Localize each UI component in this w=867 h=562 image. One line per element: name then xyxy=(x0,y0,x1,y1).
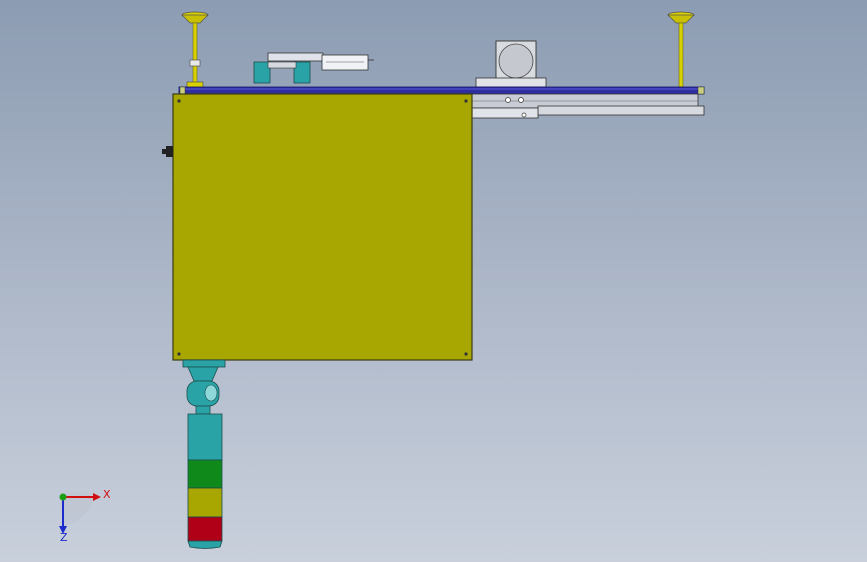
signal-tower[interactable] xyxy=(182,359,226,549)
right-post[interactable] xyxy=(667,11,695,88)
triad-z-label: Z xyxy=(60,531,68,544)
slide-rail[interactable] xyxy=(471,93,705,119)
cad-viewport[interactable]: X Z xyxy=(0,0,867,562)
model-canvas[interactable]: X Z xyxy=(0,0,867,562)
tower-yellow-light xyxy=(187,487,223,518)
top-rail[interactable] xyxy=(178,86,705,95)
motor[interactable] xyxy=(475,40,547,88)
left-post[interactable] xyxy=(181,11,209,89)
side-connector[interactable] xyxy=(162,146,173,157)
triad-axis-icon: X Z xyxy=(59,488,111,544)
tower-red-light xyxy=(187,516,223,542)
main-panel[interactable] xyxy=(172,93,473,361)
tower-green-light xyxy=(187,459,223,489)
triad-x-label: X xyxy=(103,488,111,501)
gripper-assembly[interactable] xyxy=(253,52,374,84)
